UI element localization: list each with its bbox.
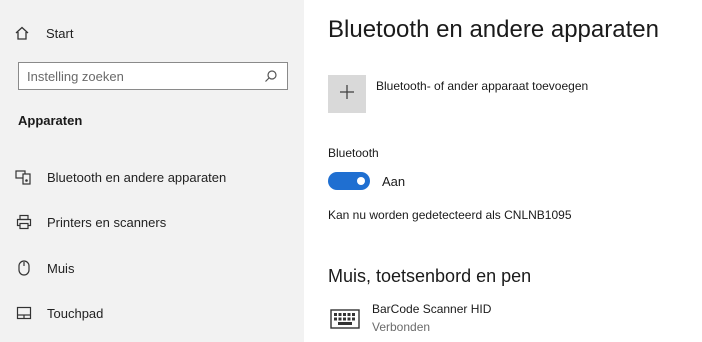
toggle-knob [357, 177, 365, 185]
home-icon [14, 24, 32, 42]
main-content: Bluetooth en andere apparaten Bluetooth-… [304, 0, 702, 342]
search-input[interactable] [19, 64, 261, 88]
touchpad-icon [14, 304, 34, 322]
bluetooth-label: Bluetooth [328, 146, 379, 160]
device-item[interactable]: BarCode Scanner HID Verbonden [328, 300, 688, 340]
bluetooth-toggle-state: Aan [382, 174, 406, 189]
settings-search-box[interactable] [18, 62, 288, 90]
page-title: Bluetooth en andere apparaten [328, 16, 659, 43]
start-label: Start [46, 25, 74, 41]
device-name: BarCode Scanner HID [372, 302, 492, 316]
search-icon[interactable] [261, 66, 281, 86]
sidebar: Start Apparaten Bluetooth en andere appa… [0, 0, 304, 342]
bluetooth-toggle[interactable] [328, 172, 370, 190]
add-device-label[interactable]: Bluetooth- of ander apparaat toevoegen [376, 79, 588, 93]
sidebar-item-printers[interactable]: Printers en scanners [14, 210, 294, 234]
sidebar-item-bluetooth[interactable]: Bluetooth en andere apparaten [14, 165, 294, 189]
keyboard-icon [330, 308, 360, 330]
sidebar-item-label: Printers en scanners [47, 214, 167, 230]
add-device-button[interactable] [328, 75, 366, 113]
sidebar-item-label: Muis [47, 260, 75, 276]
printer-icon [14, 213, 34, 231]
section-title: Muis, toetsenbord en pen [328, 266, 532, 286]
bluetooth-devices-icon [14, 168, 34, 186]
discoverable-status: Kan nu worden gedetecteerd als CNLNB1095 [328, 208, 572, 222]
plus-icon [339, 84, 355, 105]
sidebar-item-touchpad[interactable]: Touchpad [14, 301, 294, 325]
start-nav-item[interactable]: Start [14, 22, 73, 44]
device-status: Verbonden [372, 320, 431, 334]
mouse-icon [14, 259, 34, 277]
sidebar-section-heading: Apparaten [18, 113, 83, 128]
sidebar-item-mouse[interactable]: Muis [14, 256, 294, 280]
sidebar-item-label: Touchpad [47, 305, 104, 321]
sidebar-item-label: Bluetooth en andere apparaten [47, 169, 227, 185]
